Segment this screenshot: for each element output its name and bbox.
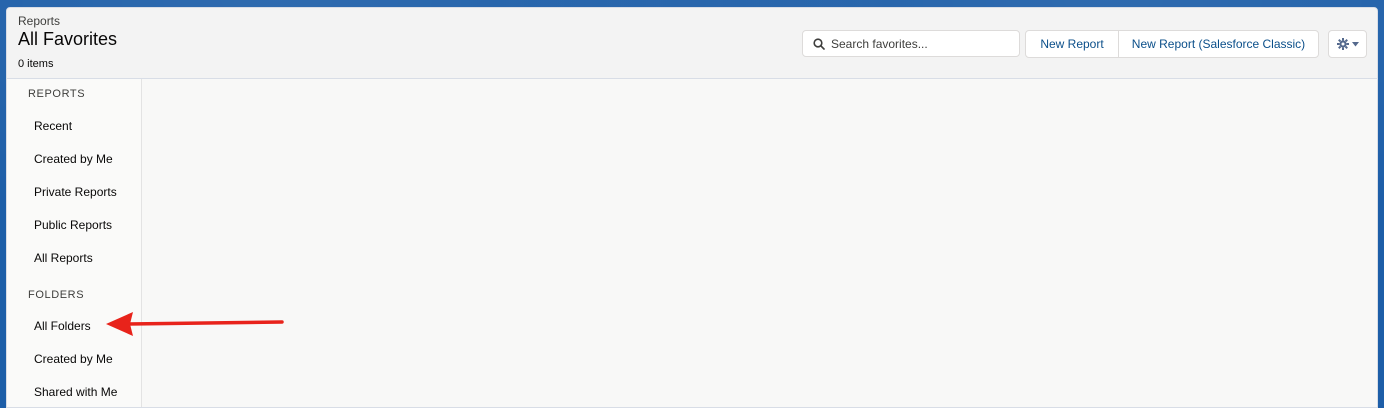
chevron-down-icon	[1351, 41, 1359, 46]
sidebar-item-all-folders[interactable]: All Folders	[34, 319, 91, 333]
page-title: All Favorites	[18, 29, 118, 49]
page-header: Reports All Favorites 0 items New Report…	[7, 8, 1377, 79]
search-box[interactable]	[802, 30, 1020, 57]
sidebar-item-recent[interactable]: Recent	[34, 119, 72, 133]
sidebar-item-created-by-me[interactable]: Created by Me	[34, 152, 113, 166]
sidebar-item-private-reports[interactable]: Private Reports	[34, 185, 117, 199]
gear-icon	[1336, 38, 1349, 50]
new-report-classic-button[interactable]: New Report (Salesforce Classic)	[1118, 30, 1319, 58]
sidebar-item-folders-created-by-me[interactable]: Created by Me	[34, 352, 113, 366]
sidebar-section-reports: REPORTS	[28, 88, 86, 100]
sidebar-item-public-reports[interactable]: Public Reports	[34, 218, 112, 232]
main-content-area	[142, 79, 1377, 407]
sidebar-section-folders: FOLDERS	[28, 289, 85, 301]
item-count: 0 items	[18, 58, 54, 70]
settings-menu-button[interactable]	[1328, 30, 1367, 58]
new-report-button[interactable]: New Report	[1025, 30, 1119, 58]
breadcrumb: Reports	[18, 14, 61, 28]
reports-panel: Reports All Favorites 0 items New Report…	[6, 7, 1378, 408]
sidebar-item-shared-with-me[interactable]: Shared with Me	[34, 385, 117, 399]
search-input[interactable]	[831, 36, 1001, 51]
sidebar-nav: REPORTS Recent Created by Me Private Rep…	[7, 79, 142, 407]
search-icon	[813, 37, 825, 50]
sidebar-item-all-reports[interactable]: All Reports	[34, 251, 93, 265]
